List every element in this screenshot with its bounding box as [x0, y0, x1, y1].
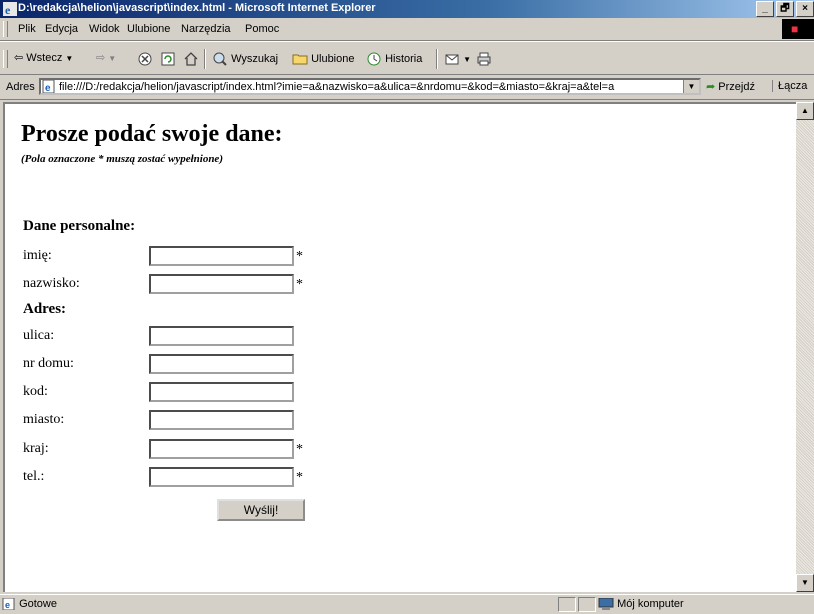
menu-bar: Plik Edycja Widok Ulubione Narzędzia Pom…: [0, 18, 814, 41]
menu-grip: [3, 21, 8, 37]
address-dropdown-icon[interactable]: ▼: [683, 80, 699, 93]
personal-heading: Dane personalne:: [23, 218, 136, 234]
status-text: Gotowe: [19, 598, 57, 610]
history-icon: [367, 52, 381, 66]
status-pane: [558, 597, 576, 612]
mail-icon: [445, 54, 459, 65]
printer-icon: [477, 52, 491, 66]
menu-pomoc[interactable]: Pomoc: [245, 23, 279, 35]
chevron-down-icon: ▼: [65, 54, 74, 63]
svg-text:e: e: [5, 600, 10, 610]
ulica-input[interactable]: [149, 326, 294, 346]
kod-label: kod:: [23, 384, 48, 399]
go-label: Przejdź: [718, 81, 755, 93]
toolbar-grip: [3, 50, 8, 68]
back-label: Wstecz: [26, 52, 63, 64]
page-icon: e: [42, 80, 55, 93]
menu-widok[interactable]: Widok: [89, 23, 120, 35]
status-text-wrap: e Gotowe: [2, 597, 57, 611]
address-input[interactable]: e file:///D:/redakcja/helion/javascript/…: [39, 78, 701, 95]
print-button[interactable]: [476, 51, 492, 67]
kod-input[interactable]: [149, 382, 294, 402]
nr-domu-input[interactable]: [149, 354, 294, 374]
search-icon: [213, 52, 227, 66]
favorites-label: Ulubione: [311, 52, 355, 65]
maximize-button[interactable]: 🗗: [776, 1, 794, 17]
kraj-label: kraj:: [23, 441, 49, 456]
home-icon: [184, 52, 198, 66]
scroll-down-icon[interactable]: ▼: [796, 574, 814, 592]
home-button[interactable]: [183, 51, 199, 67]
page-content: Prosze podać swoje dane: (Pola oznaczone…: [3, 102, 796, 592]
mail-button[interactable]: ▼: [444, 51, 471, 67]
address-heading: Adres:: [23, 301, 67, 317]
back-arrow-icon: ⇦: [14, 52, 24, 64]
stop-button[interactable]: [137, 51, 153, 67]
menu-edycja[interactable]: Edycja: [45, 23, 78, 35]
scroll-up-icon[interactable]: ▲: [796, 102, 814, 120]
refresh-button[interactable]: [160, 51, 176, 67]
search-button[interactable]: Wyszukaj: [212, 51, 278, 67]
standard-toolbar: ⇦ Wstecz ▼ ⇨ ▼ Wyszukaj Ulubione Histori…: [0, 41, 814, 75]
address-bar: Adres e file:///D:/redakcja/helion/javas…: [0, 75, 814, 100]
tel-required-mark: *: [296, 470, 303, 485]
required-note: (Pola oznaczone * muszą zostać wypełnion…: [21, 153, 223, 165]
kraj-input[interactable]: [149, 439, 294, 459]
submit-button[interactable]: Wyślij!: [217, 499, 305, 521]
ulica-label: ulica:: [23, 328, 55, 343]
search-label: Wyszukaj: [231, 52, 279, 65]
svg-text:e: e: [45, 83, 51, 93]
history-label: Historia: [385, 52, 423, 65]
imie-input[interactable]: [149, 246, 294, 266]
ie-logo-icon: e: [3, 2, 17, 17]
nazwisko-required-mark: *: [296, 277, 303, 292]
title-bar: e D:\redakcja\helion\javascript\index.ht…: [0, 0, 814, 18]
miasto-input[interactable]: [149, 410, 294, 430]
tel-input[interactable]: [149, 467, 294, 487]
links-button[interactable]: Łącza: [772, 80, 807, 92]
miasto-label: miasto:: [23, 412, 65, 427]
back-button[interactable]: ⇦ Wstecz ▼: [14, 51, 73, 64]
kraj-required-mark: *: [296, 442, 303, 457]
menu-ulubione[interactable]: Ulubione: [127, 23, 170, 35]
security-zone: Mój komputer: [598, 597, 684, 611]
chevron-down-icon: ▼: [463, 54, 471, 64]
go-button[interactable]: ➦ Przejdź: [706, 80, 755, 93]
computer-icon: [598, 597, 614, 611]
toolbar-separator: [436, 49, 438, 69]
nr-domu-label: nr domu:: [23, 356, 74, 371]
go-arrow-icon: ➦: [706, 81, 716, 93]
toolbar-separator: [204, 49, 206, 69]
nazwisko-input[interactable]: [149, 274, 294, 294]
status-pane: [578, 597, 596, 612]
vertical-scrollbar[interactable]: ▲ ▼: [796, 102, 814, 592]
stop-icon: [138, 52, 152, 66]
page-done-icon: e: [2, 597, 15, 611]
window-title: D:\redakcja\helion\javascript\index.html…: [18, 2, 376, 14]
forward-arrow-icon: ⇨: [96, 52, 106, 64]
favorites-folder-icon: [292, 54, 308, 65]
menu-narzedzia[interactable]: Narzędzia: [181, 23, 231, 35]
address-url: file:///D:/redakcja/helion/javascript/in…: [59, 81, 615, 93]
forward-button[interactable]: ⇨ ▼: [96, 51, 116, 64]
tel-label: tel.:: [23, 469, 45, 484]
zone-label: Mój komputer: [617, 598, 684, 610]
history-button[interactable]: Historia: [366, 51, 422, 67]
windows-logo-throbber: ■: [782, 19, 814, 39]
nazwisko-label: nazwisko:: [23, 276, 80, 291]
imie-label: imię:: [23, 248, 52, 263]
page-heading: Prosze podać swoje dane:: [21, 121, 283, 147]
refresh-icon: [161, 52, 175, 66]
chevron-down-icon: ▼: [108, 54, 117, 63]
status-bar: e Gotowe Mój komputer: [0, 594, 814, 614]
imie-required-mark: *: [296, 249, 303, 264]
address-label: Adres: [6, 81, 35, 93]
minimize-button[interactable]: _: [756, 1, 774, 17]
favorites-button[interactable]: Ulubione: [292, 51, 354, 67]
menu-plik[interactable]: Plik: [18, 23, 36, 35]
close-button[interactable]: ×: [796, 1, 814, 17]
svg-text:e: e: [5, 3, 11, 17]
